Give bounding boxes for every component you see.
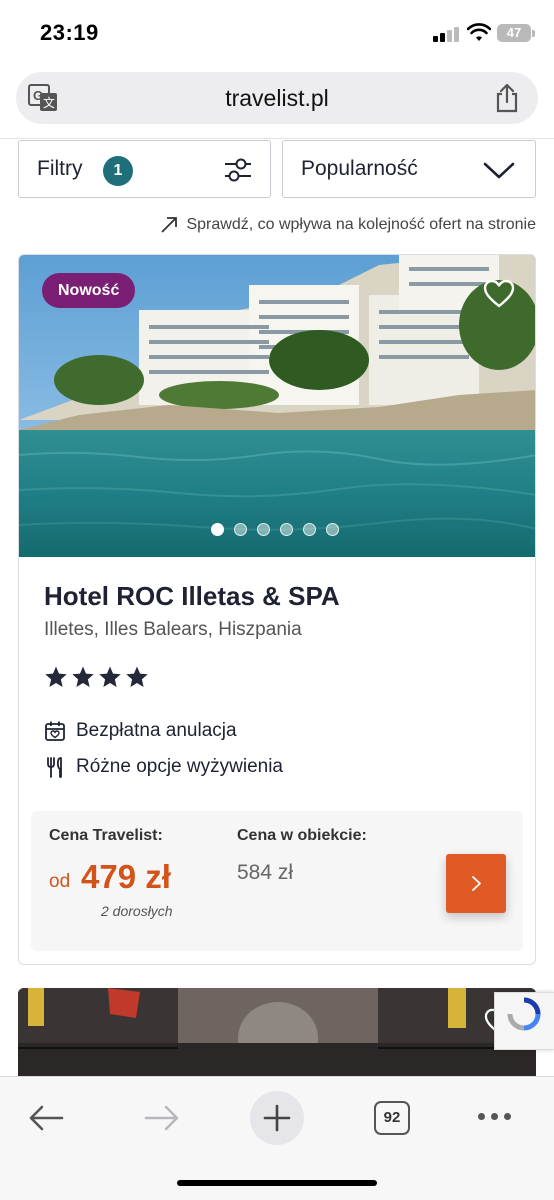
hotel-photo-2: [18, 988, 536, 1076]
arrow-up-right-icon: [161, 217, 178, 233]
tabs-button[interactable]: 92: [374, 1101, 410, 1135]
carousel-dot[interactable]: [326, 523, 339, 536]
feature-label: Bezpłatna anulacja: [76, 720, 237, 741]
url-text[interactable]: travelist.pl: [16, 85, 538, 112]
carousel-dots[interactable]: [211, 523, 339, 536]
view-offer-button[interactable]: [446, 854, 506, 913]
more-menu-icon[interactable]: [478, 1113, 511, 1120]
new-badge: Nowość: [42, 273, 136, 308]
feature-meal-options: Różne opcje wyżywienia: [44, 756, 283, 778]
forward-arrow-icon[interactable]: [144, 1105, 180, 1131]
star-rating: [44, 665, 149, 689]
price-prefix: od: [49, 871, 71, 892]
carousel-dot[interactable]: [234, 523, 247, 536]
feature-free-cancellation: Bezpłatna anulacja: [44, 720, 237, 742]
offer-card-2[interactable]: [18, 988, 536, 1076]
hotel-photo[interactable]: Nowość: [19, 255, 535, 557]
home-indicator: [177, 1180, 377, 1186]
object-price-label: Cena w obiekcie:: [237, 827, 367, 844]
chevron-down-icon: [483, 162, 515, 179]
carousel-dot[interactable]: [211, 523, 224, 536]
travelist-price-label: Cena Travelist:: [49, 827, 163, 844]
filters-count-badge: 1: [103, 156, 133, 186]
carousel-dot[interactable]: [280, 523, 293, 536]
star-icon: [45, 666, 67, 687]
recaptcha-icon: [507, 997, 541, 1031]
status-bar: 23:19 47: [0, 0, 554, 66]
plus-icon: [263, 1104, 291, 1132]
calendar-icon: [45, 721, 65, 741]
wifi-icon: [467, 23, 491, 41]
battery-icon: 47: [497, 24, 531, 42]
address-bar[interactable]: G 文 travelist.pl: [16, 72, 538, 124]
filters-button[interactable]: Filtry 1: [18, 140, 271, 198]
sliders-icon: [225, 158, 251, 182]
back-arrow-icon[interactable]: [28, 1105, 64, 1131]
star-icon: [99, 666, 121, 687]
heart-icon[interactable]: [483, 279, 515, 309]
guests-count: 2 dorosłych: [101, 903, 173, 919]
star-icon: [72, 666, 94, 687]
price-box: Cena Travelist: Cena w obiekcie: od 479 …: [31, 811, 523, 951]
sort-label: Popularność: [301, 157, 418, 180]
hotel-name[interactable]: Hotel ROC Illetas & SPA: [44, 581, 340, 612]
carousel-dot[interactable]: [303, 523, 316, 536]
chevron-right-icon: [472, 876, 481, 891]
sort-info-text: Sprawdź, co wpływa na kolejność ofert na…: [186, 216, 536, 233]
sort-info-link[interactable]: Sprawdź, co wpływa na kolejność ofert na…: [160, 216, 536, 234]
cellular-signal-icon: [433, 26, 461, 42]
recaptcha-badge[interactable]: [494, 992, 554, 1050]
travelist-price: 479 zł: [81, 858, 171, 895]
share-icon[interactable]: [494, 83, 520, 113]
new-tab-button[interactable]: [250, 1091, 304, 1145]
header-divider: [0, 138, 554, 139]
carousel-dot[interactable]: [257, 523, 270, 536]
battery-tip: [532, 30, 535, 37]
cutlery-icon: [47, 757, 62, 778]
sort-select[interactable]: Popularność: [282, 140, 536, 198]
offer-card[interactable]: Nowość Hotel ROC Illetas & SPA Illetes, …: [18, 254, 536, 965]
status-time: 23:19: [40, 20, 99, 45]
feature-label: Różne opcje wyżywienia: [76, 756, 283, 777]
star-icon: [126, 666, 148, 687]
object-price: 584 zł: [237, 861, 294, 884]
hotel-location: Illetes, Illes Balears, Hiszpania: [44, 619, 302, 640]
filters-label: Filtry: [37, 157, 83, 180]
